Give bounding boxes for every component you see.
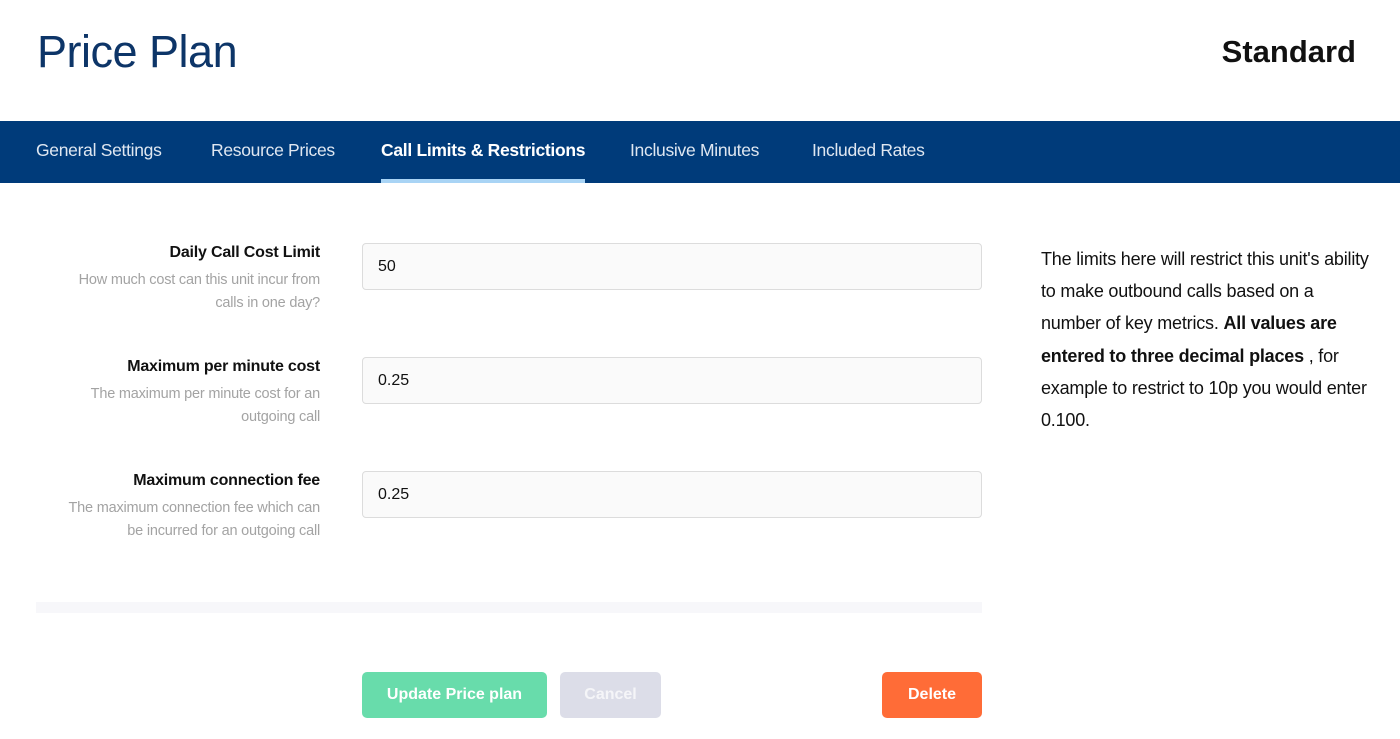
update-price-plan-button[interactable]: Update Price plan [362, 672, 547, 718]
tab-general-settings[interactable]: General Settings [36, 121, 162, 183]
help-line: outgoing call [241, 409, 320, 425]
tab-included-rates[interactable]: Included Rates [812, 121, 925, 183]
page-header: Price Plan Standard [0, 0, 1400, 121]
plan-name: Standard [1221, 34, 1356, 69]
tab-bar: General Settings Resource Prices Call Li… [0, 121, 1400, 183]
max-connection-fee-input[interactable] [362, 471, 982, 518]
daily-call-cost-limit-input[interactable] [362, 243, 982, 290]
help-line: calls in one day? [215, 295, 320, 311]
max-connection-fee-label: Maximum connection fee [133, 472, 320, 489]
tab-resource-prices[interactable]: Resource Prices [211, 121, 335, 183]
tab-call-limits-restrictions[interactable]: Call Limits & Restrictions [381, 121, 586, 183]
max-per-minute-cost-input[interactable] [362, 357, 982, 404]
max-per-minute-cost-help: The maximum per minute cost for an outgo… [30, 383, 321, 429]
max-per-minute-cost-label: Maximum per minute cost [127, 358, 320, 375]
help-line: The maximum connection fee which can [68, 500, 320, 516]
help-line: The maximum per minute cost for an [90, 386, 321, 402]
form-divider [36, 602, 982, 613]
max-connection-fee-help: The maximum connection fee which can be … [30, 497, 320, 543]
help-line: How much cost can this unit incur from [78, 272, 321, 288]
daily-call-cost-limit-help: How much cost can this unit incur from c… [30, 269, 321, 315]
delete-button[interactable]: Delete [882, 672, 982, 718]
daily-call-cost-limit-label: Daily Call Cost Limit [169, 244, 321, 261]
cancel-button[interactable]: Cancel [560, 672, 661, 718]
info-panel: The limits here will restrict this unit'… [1041, 243, 1371, 436]
tab-inclusive-minutes[interactable]: Inclusive Minutes [630, 121, 759, 183]
help-line: be incurred for an outgoing call [127, 523, 320, 539]
page-title: Price Plan [37, 26, 238, 77]
